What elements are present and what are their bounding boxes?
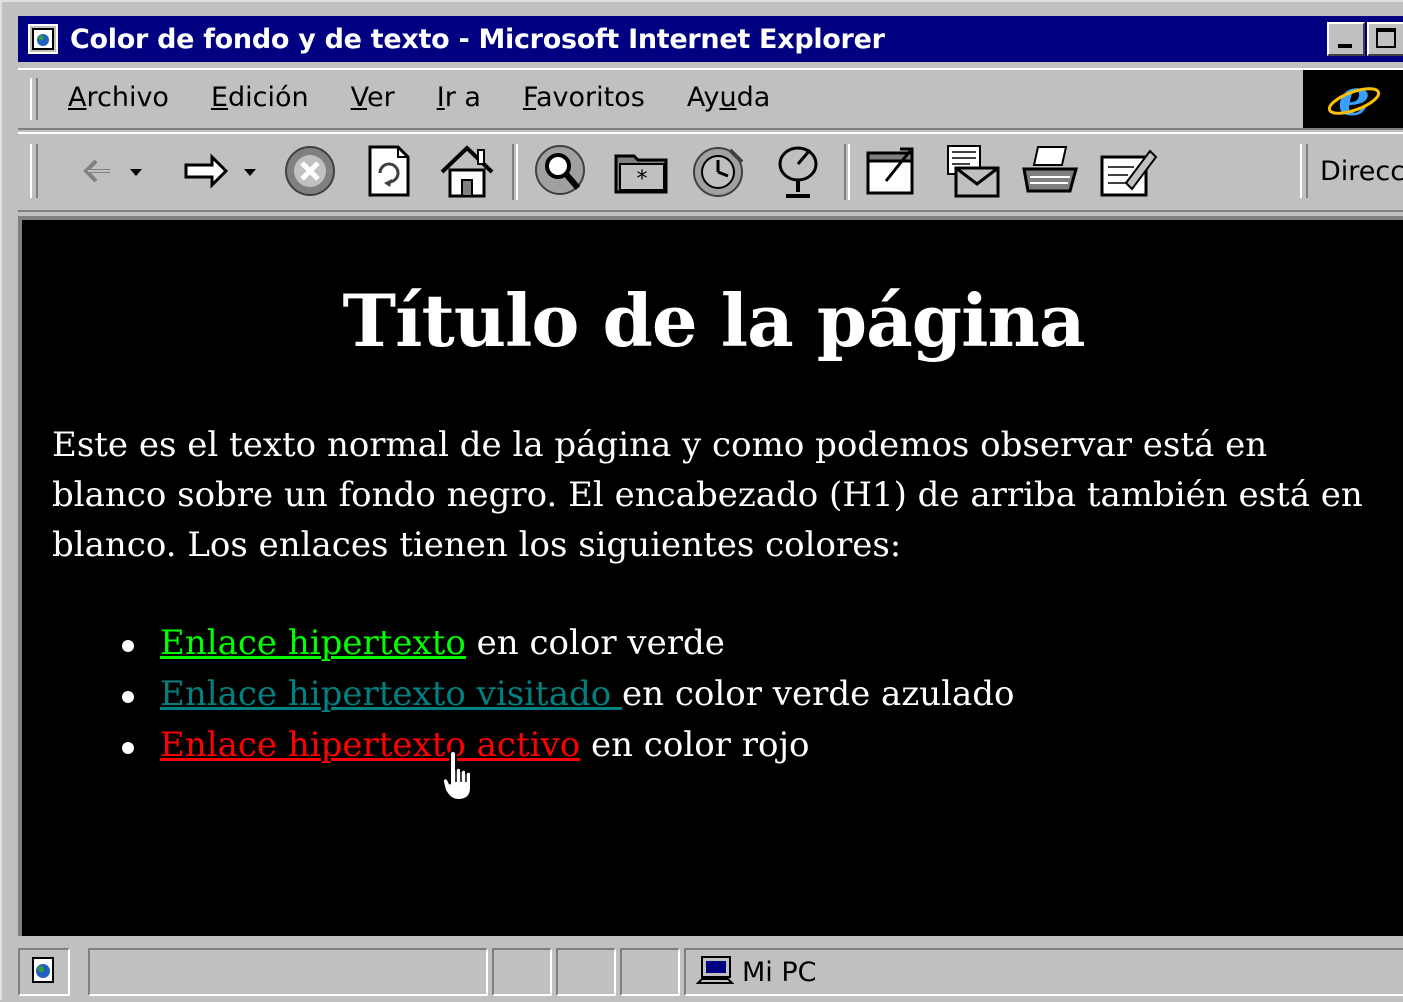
ie-page-icon xyxy=(28,24,58,54)
status-page-icon-cell xyxy=(18,948,70,996)
back-button[interactable] xyxy=(74,144,150,202)
list-item: Enlace hipertexto visitado en color verd… xyxy=(122,669,1015,720)
search-icon xyxy=(532,142,592,204)
address-label: Direcci xyxy=(1320,156,1403,187)
favorites-button[interactable]: * xyxy=(612,144,672,202)
list-item-text: en color rojo xyxy=(580,725,810,765)
list-item-text: en color verde xyxy=(465,623,725,663)
toolbar-separator xyxy=(844,144,850,200)
fullscreen-icon xyxy=(864,143,920,203)
status-zone-panel: Mi PC xyxy=(684,948,1403,996)
window-title: Color de fondo y de texto - Microsoft In… xyxy=(70,23,885,55)
browser-window: Color de fondo y de texto - Microsoft In… xyxy=(0,0,1403,1000)
hand-cursor-icon xyxy=(441,750,476,806)
page-content[interactable]: Título de la página Este es el texto nor… xyxy=(18,216,1403,936)
link-active[interactable]: Enlace hipertexto activo xyxy=(160,725,580,765)
computer-icon xyxy=(696,955,734,989)
fullscreen-button[interactable] xyxy=(864,144,920,202)
status-panel xyxy=(620,948,680,996)
list-item: Enlace hipertexto activo en color rojo xyxy=(122,720,1015,771)
history-button[interactable] xyxy=(688,144,748,202)
list-item-text: en color verde azulado xyxy=(622,674,1015,714)
print-icon xyxy=(1020,143,1080,203)
address-bar-grip[interactable] xyxy=(1300,144,1308,198)
title-bar[interactable]: Color de fondo y de texto - Microsoft In… xyxy=(18,16,1403,62)
forward-icon xyxy=(178,151,262,195)
maximize-icon xyxy=(1376,28,1396,48)
link-unvisited[interactable]: Enlace hipertexto xyxy=(160,623,466,663)
minimize-icon xyxy=(1338,44,1352,48)
back-icon xyxy=(74,151,150,195)
menu-archivo[interactable]: Archivo xyxy=(68,82,169,113)
stop-button[interactable] xyxy=(282,144,338,202)
print-button[interactable] xyxy=(1020,144,1080,202)
page-paragraph: Este es el texto normal de la página y c… xyxy=(52,425,1363,565)
mail-icon xyxy=(942,142,1002,204)
status-text-panel xyxy=(88,948,488,996)
list-item: Enlace hipertexto en color verde xyxy=(122,618,1015,669)
page-heading: Título de la página xyxy=(342,278,1086,363)
zone-label: Mi PC xyxy=(742,956,817,988)
link-visited[interactable]: Enlace hipertexto visitado xyxy=(160,674,622,714)
menu-bar: Archivo Edición Ver Ir a Favoritos Ayuda… xyxy=(18,68,1403,130)
status-bar: Mi PC xyxy=(18,942,1403,1002)
refresh-icon xyxy=(364,143,414,203)
menu-ver[interactable]: Ver xyxy=(351,82,395,113)
standard-toolbar: * Direcc xyxy=(18,132,1403,212)
ie-logo-icon: e xyxy=(1303,70,1403,128)
svg-text:e: e xyxy=(1338,73,1370,125)
search-button[interactable] xyxy=(532,144,592,202)
edit-button[interactable] xyxy=(1098,144,1158,202)
maximize-button[interactable] xyxy=(1367,22,1403,56)
status-panel xyxy=(556,948,616,996)
menu-ayuda[interactable]: Ayuda xyxy=(687,82,770,113)
menu-favoritos[interactable]: Favoritos xyxy=(523,82,645,113)
minimize-button[interactable] xyxy=(1327,22,1365,56)
toolbar-separator xyxy=(512,144,518,200)
menu-bar-grip[interactable] xyxy=(30,78,38,120)
menu-edicion[interactable]: Edición xyxy=(211,82,309,113)
channels-icon xyxy=(770,142,826,204)
forward-button[interactable] xyxy=(178,144,262,202)
link-color-list: Enlace hipertexto en color verde Enlace … xyxy=(122,618,1015,771)
home-icon xyxy=(438,142,496,204)
favorites-icon: * xyxy=(612,146,672,200)
svg-text:*: * xyxy=(637,167,648,192)
menu-ir-a[interactable]: Ir a xyxy=(437,82,481,113)
refresh-button[interactable] xyxy=(364,144,414,202)
stop-icon xyxy=(282,143,338,203)
home-button[interactable] xyxy=(438,144,496,202)
page-status-icon xyxy=(31,956,57,988)
history-icon xyxy=(688,142,748,204)
status-progress-panel xyxy=(492,948,552,996)
edit-icon xyxy=(1098,143,1158,203)
toolbar-grip[interactable] xyxy=(30,144,38,198)
mail-button[interactable] xyxy=(942,144,1002,202)
channels-button[interactable] xyxy=(770,144,826,202)
